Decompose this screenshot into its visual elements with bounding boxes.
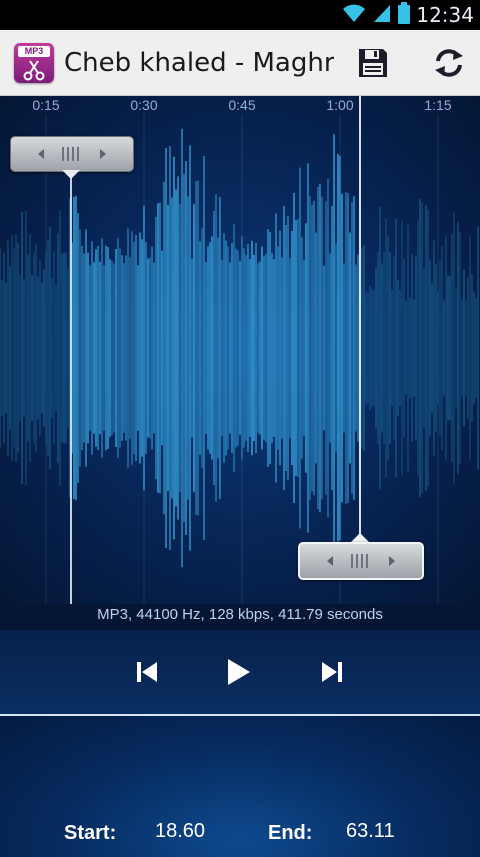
refresh-button[interactable]	[428, 42, 470, 84]
end-marker-pointer-icon	[351, 533, 369, 542]
timeline-label: 0:45	[228, 97, 256, 113]
start-value-field[interactable]: 18.60	[155, 820, 205, 843]
floppy-disk-icon	[359, 49, 387, 77]
save-button[interactable]	[352, 42, 394, 84]
timeline-label: 0:30	[130, 97, 158, 113]
timeline-label: 1:00	[326, 97, 354, 113]
refresh-icon	[435, 49, 463, 77]
drag-grip-icon	[327, 554, 395, 568]
app-icon-tag: MP3	[18, 45, 50, 57]
timeline-label: 1:15	[424, 97, 452, 113]
play-button[interactable]	[218, 652, 258, 692]
start-marker-line	[70, 170, 72, 604]
skip-previous-icon	[137, 662, 157, 682]
end-value-field[interactable]: 63.11	[346, 820, 395, 843]
play-icon	[228, 659, 250, 685]
end-label: End:	[268, 822, 313, 844]
battery-icon	[398, 1, 411, 29]
signal-icon	[372, 3, 392, 28]
selection-panel: Start: 18.60 End: 63.11	[0, 716, 480, 857]
skip-next-icon	[322, 662, 342, 682]
start-marker-handle[interactable]	[10, 136, 134, 172]
waveform-editor[interactable]: 0:15 0:30 0:45 1:00 1:15	[0, 96, 480, 604]
end-marker-line	[359, 96, 361, 542]
drag-grip-icon	[38, 147, 106, 161]
timeline-label: 0:15	[32, 97, 60, 113]
start-marker-pointer-icon	[62, 170, 80, 179]
app-icon[interactable]: MP3	[14, 42, 54, 83]
wifi-icon	[342, 3, 366, 28]
playback-controls	[0, 630, 480, 715]
start-label: Start:	[64, 822, 117, 844]
action-bar: MP3 Cheb khaled - Maghre...	[0, 30, 480, 96]
scissors-icon	[23, 59, 45, 80]
next-button[interactable]	[312, 652, 352, 692]
page-title: Cheb khaled - Maghre...	[64, 47, 334, 78]
status-bar: 12:34	[0, 0, 480, 30]
file-info: MP3, 44100 Hz, 128 kbps, 411.79 seconds	[97, 606, 383, 623]
end-marker-handle[interactable]	[298, 542, 424, 580]
previous-button[interactable]	[127, 652, 167, 692]
status-clock: 12:34	[416, 3, 474, 27]
